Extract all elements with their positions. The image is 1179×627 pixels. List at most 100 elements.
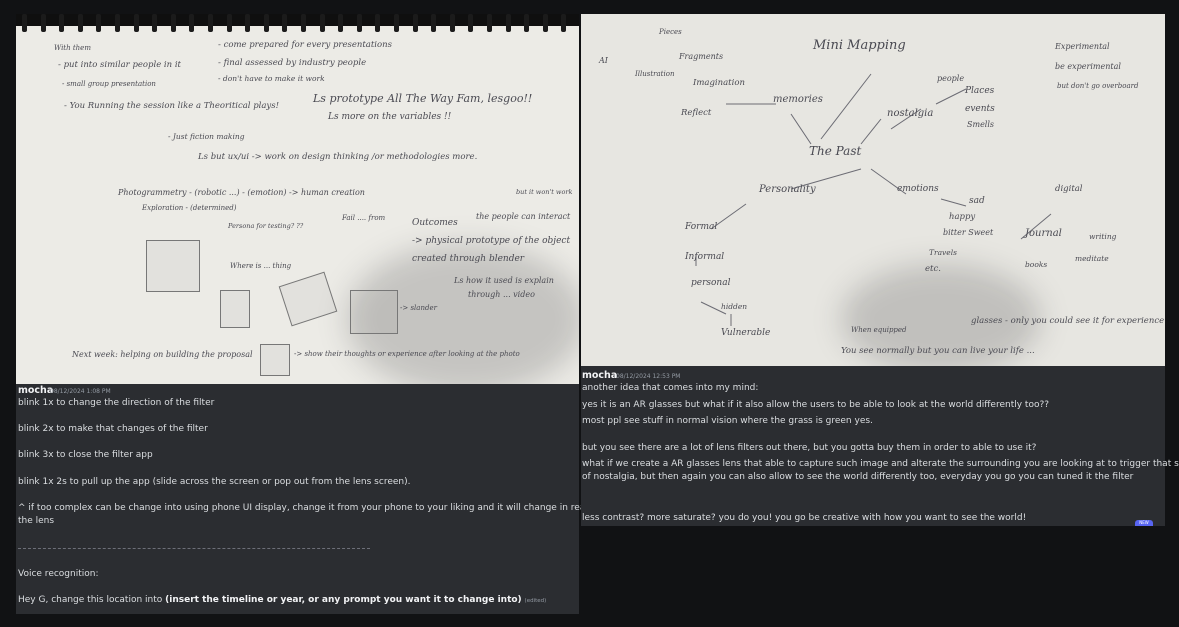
device-sketch [146,240,200,292]
message-divider [18,548,370,549]
mind-map-note: but don't go overboard [1057,82,1139,90]
new-messages-badge[interactable]: NEW [1135,520,1153,526]
binding-ring [77,14,83,32]
mind-map-node: events [965,104,995,114]
mind-map-node: Informal [685,252,725,262]
mind-map-note: When equipped [851,326,907,334]
note-text: - come prepared for every presentations [218,40,392,50]
device-sketch [260,344,290,376]
edited-label: (edited) [524,598,547,604]
message-author[interactable]: mocha [18,385,53,396]
binding-ring [301,14,306,32]
message-line: of nostalgia, but then again you can als… [582,472,1134,482]
note-text: - small group presentation [62,80,156,88]
binding-ring [22,14,27,32]
binding-ring [189,14,195,32]
mind-map-note: be experimental [1055,62,1121,71]
binding-ring [96,14,102,32]
mind-map-node: meditate [1075,254,1109,263]
mind-map-node: Reflect [681,108,712,118]
binding-ring [226,14,232,32]
note-text: Ls but ux/ui -> work on design thinking … [198,152,478,162]
message-timestamp: 08/12/2024 12:53 PM [616,373,681,380]
message-text: Hey G, change this location into [18,595,166,605]
mind-map-node: Personality [759,184,816,195]
note-text: Fail .... from [342,214,386,222]
binding-ring [263,14,269,32]
note-text: through ... video [468,290,535,299]
binding-ring [356,14,362,32]
mind-map-node: AI [599,56,608,65]
note-text: - don't have to make it work [218,74,325,83]
mind-map-node: people [937,74,965,83]
note-text: but it won't work [516,188,573,196]
message-line: less contrast? more saturate? you do you… [582,513,1027,523]
binding-ring [319,14,325,32]
note-text: Persona for testing? ?? [228,222,304,230]
mind-map-note: glasses - only you could see it for expe… [971,316,1165,326]
message-author[interactable]: mocha [582,370,617,381]
mind-map-node: memories [773,94,823,105]
note-text: Where is ... thing [230,262,292,270]
message-line: the lens [18,516,55,526]
binding-ring [338,14,344,32]
mind-map-node: Vulnerable [721,328,771,338]
device-sketch [350,290,398,334]
note-text: - put into similar people in it [58,60,181,70]
sketchbook-photo-right[interactable]: Mini Mapping Pieces Fragments AI Illustr… [581,14,1165,366]
device-sketch [278,271,338,327]
mind-map-node: writing [1089,232,1117,241]
note-text: Exploration - (determined) [142,204,237,212]
message-line: another idea that comes into my mind: [582,383,759,393]
message-line: ^ if too complex can be change into usin… [18,503,633,513]
screen: { "left_photo": { "lines": [ "With them"… [0,0,1179,627]
binding-ring [59,14,65,32]
binding-ring [40,14,46,32]
mind-map-node: bitter Sweet [943,228,994,237]
note-text: Ls more on the variables !! [328,112,452,122]
mind-map-node: hidden [721,302,748,311]
message-line-voice-prompt: Hey G, change this location into (insert… [18,594,546,608]
mind-map-node: emotions [897,184,939,194]
note-text: -> physical prototype of the object [412,236,571,246]
message-line: yes it is an AR glasses but what if it a… [582,400,1050,410]
mind-map-note: You see normally but you can live your l… [841,346,1035,356]
mind-map-node: sad [969,196,985,206]
binding-ring [170,14,176,32]
sketchbook-photo-left[interactable]: With them - put into similar people in i… [16,14,579,384]
mind-map-node: books [1025,260,1048,269]
message-line: but you see there are a lot of lens filt… [582,443,1037,453]
mind-map-node: Smells [967,120,995,129]
mind-map-node: Pieces [659,28,682,36]
binding-ring [487,14,492,32]
binding-ring [282,14,288,32]
mind-map-node: Illustration [635,70,675,78]
mind-map-node: digital [1055,184,1083,194]
mind-map-node: Imagination [693,78,745,88]
mind-map-note: Experimental [1055,42,1110,51]
note-text: - You Running the session like a Theorit… [64,101,280,111]
message-line: most ppl see stuff in normal vision wher… [582,416,873,426]
mind-map-node: Journal [1025,228,1062,239]
message-line: what if we create a AR glasses lens that… [582,459,1179,469]
mind-map-node: Formal [685,222,718,232]
note-text: -> slander [400,304,437,312]
mind-map-title: Mini Mapping [813,38,906,53]
mind-map-node: happy [949,212,976,222]
note-text: Next week: helping on building the propo… [72,350,253,359]
message-line: Voice recognition: [18,569,99,579]
message-line: blink 3x to close the filter app [18,450,153,460]
binding-ring [561,14,567,32]
binding-ring [375,14,381,32]
note-text: -> show their thoughts or experience aft… [294,350,520,358]
mind-map-node: etc. [925,264,941,274]
message-line: blink 2x to make that changes of the fil… [18,424,208,434]
message-left[interactable]: mocha 08/12/2024 1:08 PM blink 1x to cha… [16,384,633,614]
device-sketch [220,290,250,328]
mind-map-node: Places [965,86,995,96]
message-line: blink 1x 2s to pull up the app (slide ac… [18,477,411,487]
binding-ring [412,14,418,32]
message-right[interactable]: mocha 08/12/2024 12:53 PM another idea t… [581,366,1179,526]
note-text: created through blender [412,254,525,264]
note-text: - Just fiction making [168,132,245,141]
